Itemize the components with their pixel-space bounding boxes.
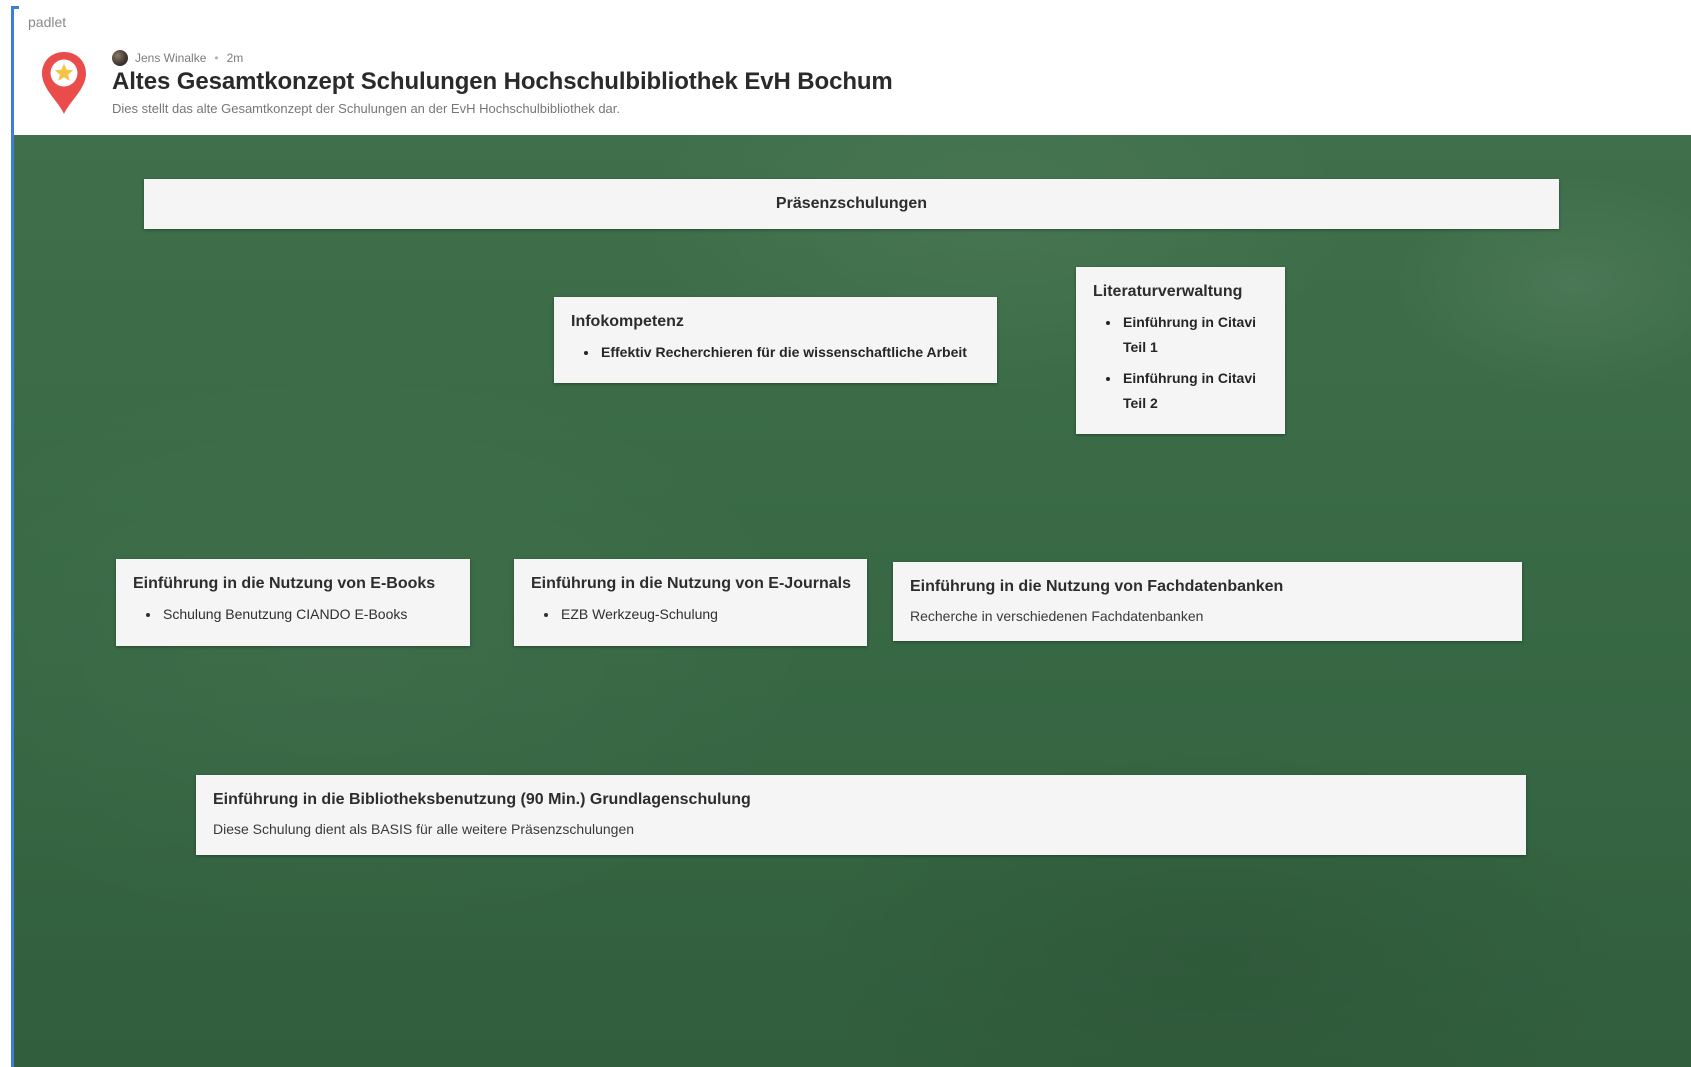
card-title: Einführung in die Bibliotheksbenutzung (… <box>213 791 751 808</box>
padlet-logo-text[interactable]: padlet <box>28 14 66 30</box>
padlet-description: Dies stellt das alte Gesamtkonzept der S… <box>112 101 621 116</box>
left-edge-tick <box>11 6 19 9</box>
card-list: Schulung Benutzung CIANDO E-Books <box>133 602 454 627</box>
card-title: Einführung in die Nutzung von E-Journals <box>531 575 851 592</box>
list-item: Einführung in Citavi Teil 1 <box>1121 310 1269 360</box>
list-item: Einführung in Citavi Teil 2 <box>1121 366 1269 416</box>
card-fachdatenbanken[interactable]: Einführung in die Nutzung von Fachdatenb… <box>893 562 1522 641</box>
card-body: Recherche in verschiedenen Fachdatenbank… <box>910 608 1204 624</box>
padlet-title: Altes Gesamtkonzept Schulungen Hochschul… <box>112 68 893 95</box>
card-ejournals[interactable]: Einführung in die Nutzung von E-Journals… <box>514 559 867 646</box>
list-item: Effektiv Recherchieren für die wissensch… <box>599 340 981 365</box>
card-title: Infokompetenz <box>571 313 684 330</box>
card-list: Einführung in Citavi Teil 1 Einführung i… <box>1093 310 1269 416</box>
author-avatar[interactable] <box>112 50 128 66</box>
card-title: Einführung in die Nutzung von E-Books <box>133 575 436 592</box>
card-body: Diese Schulung dient als BASIS für alle … <box>213 821 635 837</box>
author-name[interactable]: Jens Winalke <box>135 51 206 65</box>
card-grundlagenschulung[interactable]: Einführung in die Bibliotheksbenutzung (… <box>196 775 1526 855</box>
location-pin-star-icon <box>40 50 88 116</box>
padlet-board[interactable]: Präsenzschulungen Infokompetenz Effektiv… <box>14 135 1691 1067</box>
card-literaturverwaltung[interactable]: Literaturverwaltung Einführung in Citavi… <box>1076 267 1285 434</box>
card-list: Effektiv Recherchieren für die wissensch… <box>571 340 981 365</box>
card-title: Literaturverwaltung <box>1093 283 1243 300</box>
card-ebooks[interactable]: Einführung in die Nutzung von E-Books Sc… <box>116 559 470 646</box>
card-title: Einführung in die Nutzung von Fachdatenb… <box>910 578 1284 595</box>
card-infokompetenz[interactable]: Infokompetenz Effektiv Recherchieren für… <box>554 297 997 383</box>
post-meta: Jens Winalke • 2m <box>112 50 243 66</box>
meta-separator: • <box>214 51 219 65</box>
list-item: EZB Werkzeug-Schulung <box>559 602 851 627</box>
list-item: Schulung Benutzung CIANDO E-Books <box>161 602 454 627</box>
padlet-page: padlet Jens Winalke • 2m Altes Gesamtkon… <box>0 0 1691 1067</box>
card-list: EZB Werkzeug-Schulung <box>531 602 851 627</box>
post-time: 2m <box>226 51 244 65</box>
card-title: Präsenzschulungen <box>775 195 928 212</box>
card-praesenzschulungen[interactable]: Präsenzschulungen <box>144 179 1559 229</box>
